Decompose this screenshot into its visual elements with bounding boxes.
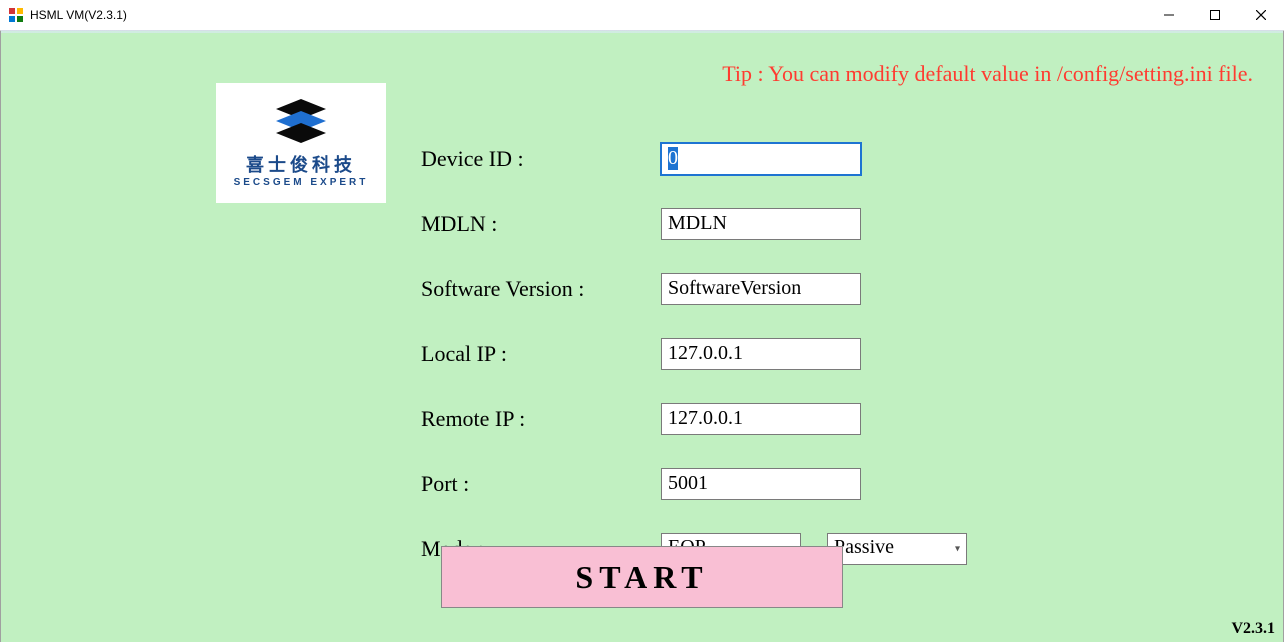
start-button-label: START — [575, 559, 708, 596]
mode-activepassive-select[interactable]: Passive ▾ — [827, 533, 967, 565]
maximize-button[interactable] — [1192, 0, 1238, 30]
row-local-ip: Local IP : — [421, 321, 993, 386]
chevron-down-icon: ▾ — [955, 543, 960, 554]
local-ip-input[interactable] — [661, 338, 861, 370]
close-button[interactable] — [1238, 0, 1284, 30]
mode-activepassive-value: Passive — [834, 536, 894, 558]
mdln-input[interactable] — [661, 208, 861, 240]
device-id-input[interactable] — [661, 143, 861, 175]
start-button[interactable]: START — [441, 546, 843, 608]
version-label: V2.3.1 — [1231, 620, 1275, 638]
logo-text-en: SECSGEM EXPERT — [234, 177, 369, 188]
titlebar: HSML VM(V2.3.1) — [0, 0, 1284, 31]
local-ip-label: Local IP : — [421, 341, 661, 367]
software-version-label: Software Version : — [421, 276, 661, 302]
row-mdln: MDLN : — [421, 191, 993, 256]
minimize-button[interactable] — [1146, 0, 1192, 30]
company-logo: 喜士俊科技 SECSGEM EXPERT — [216, 83, 386, 203]
mdln-label: MDLN : — [421, 211, 661, 237]
app-icon — [8, 7, 24, 23]
logo-text-cn: 喜士俊科技 — [246, 151, 356, 177]
row-remote-ip: Remote IP : — [421, 386, 993, 451]
port-input[interactable] — [661, 468, 861, 500]
accent-strip — [1, 30, 1283, 33]
remote-ip-label: Remote IP : — [421, 406, 661, 432]
row-device-id: Device ID : — [421, 126, 993, 191]
row-port: Port : — [421, 451, 993, 516]
settings-form: Device ID : MDLN : Software Version : Lo… — [421, 126, 993, 581]
software-version-input[interactable] — [661, 273, 861, 305]
tip-text: Tip : You can modify default value in /c… — [722, 61, 1253, 87]
row-software-version: Software Version : — [421, 256, 993, 321]
remote-ip-input[interactable] — [661, 403, 861, 435]
device-id-label: Device ID : — [421, 146, 661, 172]
port-label: Port : — [421, 471, 661, 497]
window-title: HSML VM(V2.3.1) — [30, 8, 127, 22]
client-area: Tip : You can modify default value in /c… — [0, 31, 1284, 642]
logo-icon — [271, 99, 331, 145]
